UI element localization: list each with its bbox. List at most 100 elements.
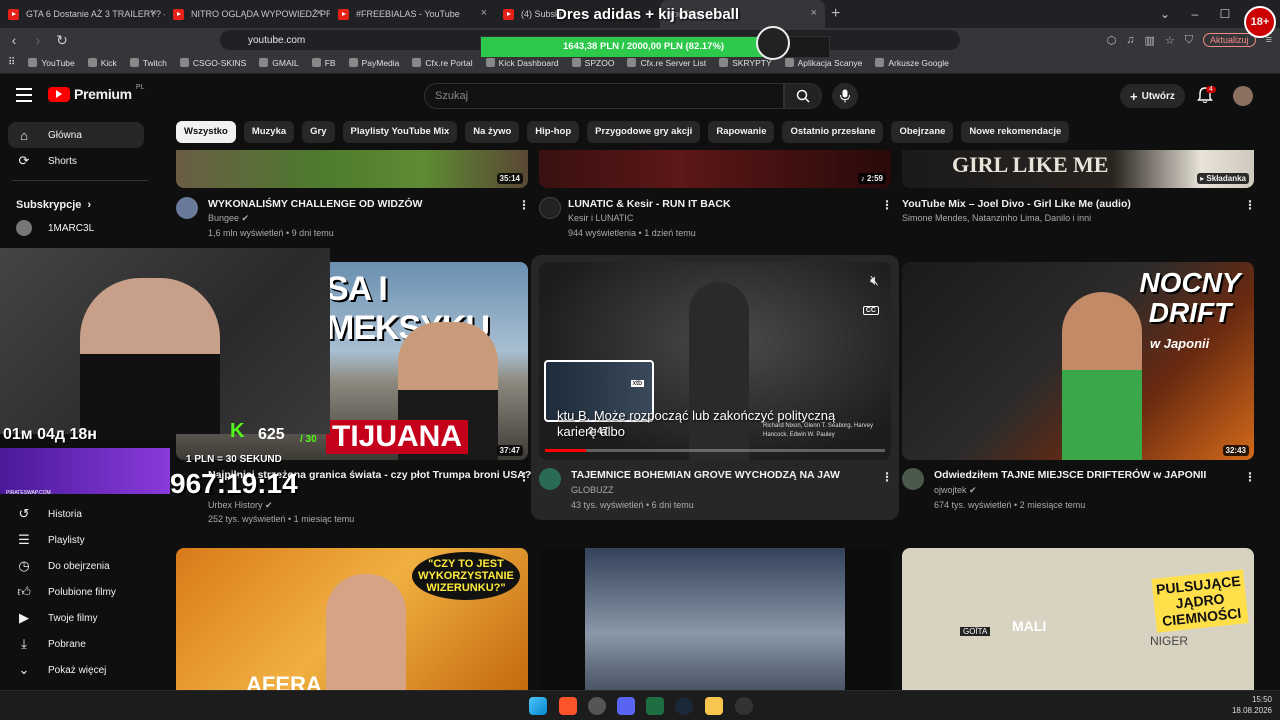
back-icon[interactable]: ‹ [4, 32, 24, 48]
filter-chip[interactable]: Wszystko [176, 121, 236, 143]
browser-tab[interactable]: #FREEBIALAS - YouTube × [330, 0, 495, 28]
channel-avatar[interactable] [539, 468, 561, 490]
filter-chip[interactable]: Obejrzane [891, 121, 954, 143]
sidebar-item[interactable]: ⌄ Pokaż więcej [0, 657, 160, 683]
filter-chip[interactable]: Hip-hop [527, 121, 580, 143]
filter-chip[interactable]: Ostatnio przesłane [782, 121, 884, 143]
app-icon[interactable] [735, 697, 753, 715]
youtube-premium-logo[interactable]: Premium PL [48, 84, 144, 102]
video-thumbnail[interactable]: ♪ 2:59 [539, 150, 891, 188]
music-icon[interactable]: ♫ [1126, 34, 1134, 46]
sidebar-item[interactable]: 👍︎ Polubione filmy [0, 579, 160, 605]
bookmark-item[interactable]: FB [311, 58, 336, 68]
channel-name[interactable]: ojwojtek ✔ [934, 485, 977, 496]
video-thumbnail[interactable]: MALI NIGER GOÏTA PULSUJĄCE JĄDRO CIEMNOŚ… [902, 548, 1254, 690]
channel-name[interactable]: Simone Mendes, Natanzinho Lima, Danilo i… [902, 213, 1091, 223]
windows-start-icon[interactable] [529, 697, 547, 715]
channel-name[interactable]: Bungee ✔ [208, 213, 249, 224]
tab-search-icon[interactable]: ⌄ [1150, 7, 1180, 21]
filter-chip[interactable]: Na żywo [465, 121, 520, 143]
search-button[interactable] [784, 83, 822, 109]
app-icon[interactable] [588, 697, 606, 715]
channel-name[interactable]: GLOBUZZ [571, 485, 614, 495]
filter-chip[interactable]: Przygodowe gry akcji [587, 121, 701, 143]
channel-avatar[interactable] [902, 468, 924, 490]
subscriptions-header[interactable]: Subskrypcje › [0, 195, 160, 215]
video-title[interactable]: Odwiedziłem TAJNE MIEJSCE DRIFTERÓW w JA… [934, 469, 1206, 481]
close-tab-icon[interactable]: × [151, 7, 157, 19]
voice-search-button[interactable] [832, 83, 858, 109]
more-options-icon[interactable]: ⋮ [1244, 198, 1256, 212]
bookmark-item[interactable]: Twitch [129, 58, 167, 68]
sidebar-item[interactable]: ▶ Twoje filmy [0, 605, 160, 631]
filter-chip[interactable]: Muzyka [243, 121, 295, 143]
apps-icon[interactable]: ⠿ [8, 57, 15, 68]
system-clock[interactable]: 15:50 18.08.2026 [1232, 694, 1272, 716]
video-thumbnail[interactable] [539, 548, 891, 690]
steam-icon[interactable] [675, 697, 693, 715]
inline-video-player[interactable]: 🔇︎ CC xtb 2:47 ktu B. Może rozpocząć lub… [539, 262, 891, 460]
video-thumbnail[interactable]: 35:14 [176, 150, 528, 188]
file-explorer-icon[interactable] [705, 697, 723, 715]
create-button[interactable]: + Utwórz [1120, 84, 1185, 108]
account-avatar[interactable] [1233, 86, 1253, 106]
bookmark-item[interactable]: YouTube [28, 58, 75, 68]
sidebar: ⌂ Główna ⟳ Shorts Subskrypcje › 1MARC3L [0, 116, 160, 241]
filter-chip[interactable]: Playlisty YouTube Mix [342, 121, 458, 143]
brave-browser-icon[interactable] [559, 697, 577, 715]
extension-icon[interactable]: ⬡ [1107, 34, 1117, 47]
forward-icon[interactable]: › [28, 32, 48, 48]
filter-chip[interactable]: Gry [302, 121, 335, 143]
bookmark-item[interactable]: Arkusze Google [875, 58, 949, 68]
bookmark-item[interactable]: Kick [87, 58, 117, 68]
bookmark-item[interactable]: PayMedia [348, 58, 399, 68]
sidebar-item[interactable]: ↺ Historia [0, 501, 160, 527]
close-tab-icon[interactable]: × [316, 7, 322, 19]
more-options-icon[interactable]: ⋮ [881, 198, 893, 212]
channel-name[interactable]: Urbex History ✔ [208, 500, 273, 511]
hamburger-menu-icon[interactable] [16, 88, 32, 106]
shield-icon[interactable]: ⛉ [1185, 34, 1193, 47]
update-button[interactable]: Aktualizuj [1203, 33, 1256, 47]
channel-avatar[interactable] [176, 197, 198, 219]
new-tab-icon[interactable]: + [831, 5, 840, 23]
more-options-icon[interactable]: ⋮ [881, 470, 893, 484]
browser-tab[interactable]: GTA 6 Dostanie AŻ 3 TRAILERY? — Re× [0, 0, 165, 28]
sidebar-item[interactable]: ⤓ Pobrane [0, 631, 160, 657]
mute-icon[interactable]: 🔇︎ [870, 272, 879, 289]
discord-icon[interactable] [617, 697, 635, 715]
search-input[interactable]: Szukaj [424, 83, 784, 109]
video-thumbnail[interactable]: NOCNY DRIFT w Japonii 32:43 [902, 262, 1254, 460]
video-title[interactable]: TAJEMNICE BOHEMIAN GROVE WYCHODZĄ NA JAW [571, 469, 840, 481]
closed-captions-icon[interactable]: CC [862, 306, 879, 315]
sidebar-item[interactable]: ☰ Playlisty [0, 527, 160, 553]
maximize-icon[interactable]: ☐ [1210, 7, 1240, 21]
channel-name[interactable]: Kesir i LUNATIC [568, 213, 633, 223]
sidebar-icon[interactable]: ▥ [1145, 34, 1155, 47]
bookmark-item[interactable]: Cfx.re Portal [412, 58, 473, 68]
star-icon[interactable]: ☆ [1165, 34, 1175, 47]
video-progress-bar[interactable] [545, 449, 885, 452]
video-title[interactable]: YouTube Mix – Joel Divo - Girl Like Me (… [902, 198, 1131, 210]
video-thumbnail[interactable]: "CZY TO JEST WYKORZYSTANIE WIZERUNKU?" A… [176, 548, 528, 690]
bookmark-item[interactable]: CSGO-SKINS [179, 58, 246, 68]
more-options-icon[interactable]: ⋮ [518, 470, 530, 484]
sidebar-item-subscription[interactable]: 1MARC3L [0, 215, 160, 241]
minimize-icon[interactable]: – [1180, 7, 1210, 21]
bookmark-item[interactable]: GMAIL [259, 58, 299, 68]
excel-icon[interactable] [646, 697, 664, 715]
reload-icon[interactable]: ↻ [52, 32, 72, 49]
browser-tab[interactable]: NITRO OGLĄDA WYPOWIEDŹ PRAWI× [165, 0, 330, 28]
channel-avatar[interactable] [539, 197, 561, 219]
sidebar-item-shorts[interactable]: ⟳ Shorts [0, 148, 160, 174]
video-title[interactable]: WYKONALIŚMY CHALLENGE OD WIDZÓW [208, 198, 422, 210]
video-title[interactable]: LUNATIC & Kesir - RUN IT BACK [568, 198, 731, 210]
more-options-icon[interactable]: ⋮ [1244, 470, 1256, 484]
more-options-icon[interactable]: ⋮ [518, 198, 530, 212]
filter-chip[interactable]: Rapowanie [708, 121, 775, 143]
sidebar-item[interactable]: ◷ Do obejrzenia [0, 553, 160, 579]
sidebar-item-home[interactable]: ⌂ Główna [8, 122, 144, 148]
video-thumbnail[interactable]: GIRL LIKE ME ▸ Składanka [902, 150, 1254, 188]
filter-chip[interactable]: Nowe rekomendacje [961, 121, 1070, 143]
subathon-countdown: 967:19:14 [170, 468, 298, 499]
